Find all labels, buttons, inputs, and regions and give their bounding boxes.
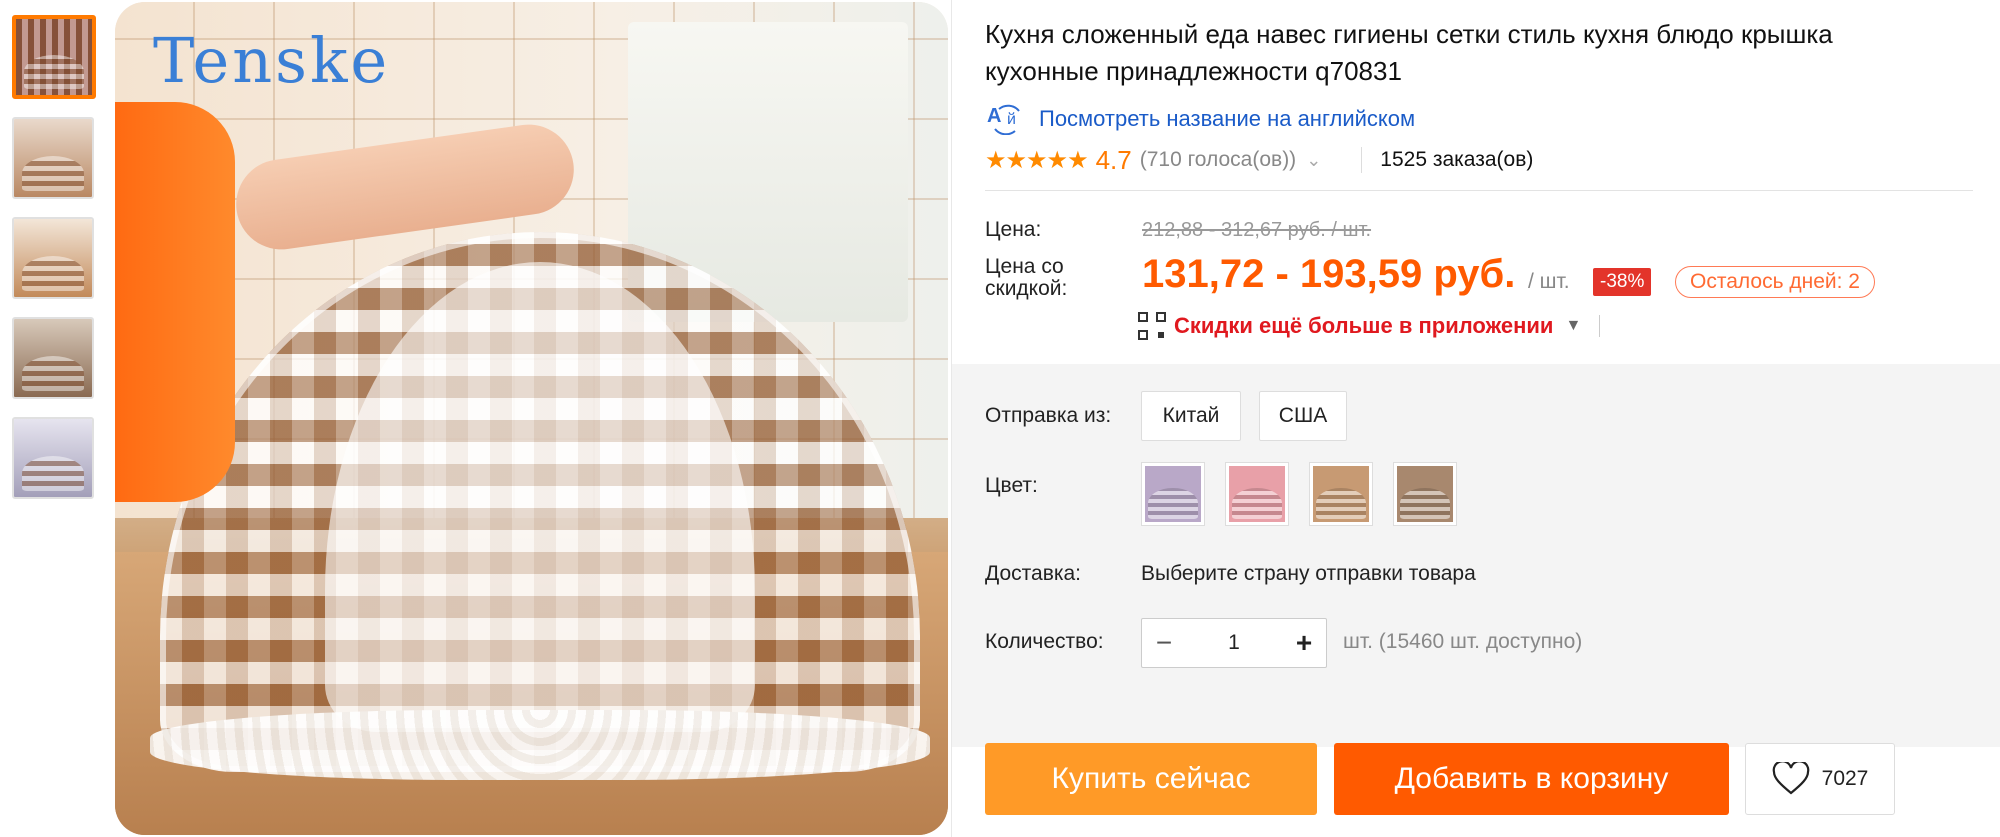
quantity-label: Количество: bbox=[985, 630, 1104, 653]
old-price: 212,88 - 312,67 руб. / шт. bbox=[1142, 219, 1372, 241]
delivery-label: Доставка: bbox=[985, 562, 1082, 585]
color-swatch-4[interactable] bbox=[1393, 462, 1457, 526]
available-stock: шт. (15460 шт. доступно) bbox=[1343, 630, 1583, 653]
main-product-image[interactable]: Tenske bbox=[115, 2, 948, 835]
thumbnail-list bbox=[12, 15, 96, 517]
app-promo-text[interactable]: Скидки ещё больше в приложении bbox=[1174, 313, 1553, 339]
brand-logo: Tenske bbox=[153, 24, 391, 97]
product-title: Кухня сложенный еда навес гигиены сетки … bbox=[985, 19, 1833, 86]
translate-row: A й Посмотреть название на английском bbox=[985, 103, 1415, 135]
thumbnail-2[interactable] bbox=[12, 117, 94, 199]
options-panel: Отправка из: Китай США Цвет: Доставка: В… bbox=[952, 364, 2000, 747]
heart-icon bbox=[1772, 762, 1809, 795]
quantity-input[interactable]: 1 bbox=[1186, 631, 1282, 655]
divider-line bbox=[985, 190, 1973, 191]
wishlist-count: 7027 bbox=[1821, 767, 1869, 790]
translate-icon: A й bbox=[985, 103, 1027, 135]
delivery-value: Выберите страну отправки товара bbox=[1141, 562, 1476, 585]
buy-now-button[interactable]: Купить сейчас bbox=[985, 743, 1317, 815]
quantity-plus-button[interactable]: + bbox=[1282, 627, 1326, 659]
qr-code-icon bbox=[1138, 312, 1166, 340]
thumbnail-5[interactable] bbox=[12, 417, 94, 499]
add-to-cart-button[interactable]: Добавить в корзину bbox=[1334, 743, 1729, 815]
thumbnail-4[interactable] bbox=[12, 317, 94, 399]
ship-from-label: Отправка из: bbox=[985, 404, 1112, 427]
discount-price: 131,72 - 193,59 руб. bbox=[1142, 252, 1516, 296]
color-swatch-1[interactable] bbox=[1141, 462, 1205, 526]
translate-title-link[interactable]: Посмотреть название на английском bbox=[1039, 106, 1415, 132]
discount-badge: -38% bbox=[1593, 268, 1652, 296]
discount-price-label: Цена со скидкой: bbox=[985, 255, 1068, 300]
thumbnail-1[interactable] bbox=[12, 15, 96, 99]
votes-count[interactable]: (710 голоса(ов)) bbox=[1140, 148, 1296, 172]
separator bbox=[1361, 147, 1363, 173]
rating-value: 4.7 bbox=[1095, 144, 1132, 175]
days-left-badge: Осталось дней: 2 bbox=[1675, 266, 1875, 298]
color-swatch-3[interactable] bbox=[1309, 462, 1373, 526]
quantity-minus-button[interactable]: − bbox=[1142, 627, 1186, 659]
color-label: Цвет: bbox=[985, 474, 1038, 497]
ship-from-usa-button[interactable]: США bbox=[1259, 391, 1347, 441]
rating-row: ★★★★★ 4.7 (710 голоса(ов)) ⌄ 1525 заказа… bbox=[985, 145, 1533, 175]
chevron-down-icon[interactable]: ⌄ bbox=[1306, 150, 1321, 171]
caret-down-icon[interactable]: ▼ bbox=[1565, 317, 1581, 335]
orders-count: 1525 заказа(ов) bbox=[1380, 148, 1534, 171]
quantity-stepper: − 1 + bbox=[1141, 618, 1327, 668]
app-promo[interactable]: Скидки ещё больше в приложении ▼ bbox=[1138, 312, 1601, 340]
price-label: Цена: bbox=[985, 218, 1042, 241]
color-swatch-2[interactable] bbox=[1225, 462, 1289, 526]
ship-from-china-button[interactable]: Китай bbox=[1141, 391, 1241, 441]
wishlist-button[interactable]: 7027 bbox=[1745, 743, 1895, 815]
thumbnail-3[interactable] bbox=[12, 217, 94, 299]
star-rating-icon: ★★★★★ bbox=[985, 146, 1089, 174]
per-unit-label: / шт. bbox=[1528, 270, 1570, 293]
separator bbox=[1599, 315, 1601, 337]
